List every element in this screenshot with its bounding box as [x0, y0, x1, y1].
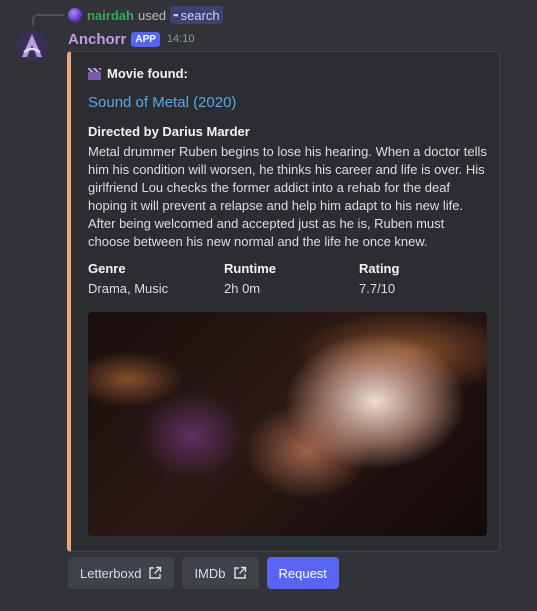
field-rating: Rating 7.7/10	[359, 260, 399, 298]
chat-message: nairdah used ▪▪ search Anchorr APP 14:10…	[0, 0, 537, 611]
field-value: Drama, Music	[88, 281, 169, 296]
imdb-button[interactable]: IMDb	[182, 557, 259, 589]
command-pill[interactable]: ▪▪ search	[170, 6, 223, 24]
message-header: Anchorr APP 14:10	[68, 29, 194, 49]
movie-embed: Movie found: Sound of Metal (2020) Direc…	[67, 51, 500, 552]
field-genre: Genre Drama, Music	[88, 260, 168, 298]
field-value: 7.7/10	[359, 281, 396, 296]
field-runtime: Runtime 2h 0m	[224, 260, 276, 298]
action-buttons: Letterboxd IMDb Request	[68, 557, 339, 589]
letterboxd-button[interactable]: Letterboxd	[68, 557, 175, 589]
bot-avatar[interactable]	[16, 30, 48, 62]
command-use-line: nairdah used ▪▪ search	[68, 6, 223, 24]
button-label: Request	[278, 565, 327, 581]
slash-command-icon: ▪▪	[173, 10, 178, 20]
anchorr-logo-icon	[16, 30, 48, 62]
used-text: used	[137, 7, 167, 23]
external-link-icon	[233, 566, 246, 579]
bot-name[interactable]: Anchorr	[68, 31, 126, 48]
message-timestamp: 14:10	[166, 33, 195, 45]
embed-author-text: Movie found:	[107, 66, 188, 81]
command-user-name[interactable]: nairdah	[87, 8, 134, 23]
request-button[interactable]: Request	[266, 557, 339, 589]
external-link-icon	[149, 566, 162, 579]
director-line: Directed by Darius Marder	[88, 124, 250, 139]
embed-author: Movie found:	[88, 66, 188, 81]
field-name: Genre	[88, 261, 126, 276]
button-label: Letterboxd	[80, 565, 142, 581]
button-label: IMDb	[194, 565, 226, 581]
movie-description: Metal drummer Ruben begins to lose his h…	[88, 144, 487, 249]
field-name: Runtime	[224, 261, 276, 276]
clapper-board-icon	[88, 67, 101, 80]
user-mini-avatar[interactable]	[68, 8, 82, 22]
movie-still-image[interactable]	[88, 312, 487, 536]
field-name: Rating	[359, 261, 400, 276]
command-name: search	[180, 7, 220, 23]
field-value: 2h 0m	[224, 281, 261, 296]
app-badge: APP	[131, 31, 160, 47]
movie-title-link[interactable]: Sound of Metal (2020)	[88, 94, 236, 111]
reply-spine	[32, 14, 64, 26]
